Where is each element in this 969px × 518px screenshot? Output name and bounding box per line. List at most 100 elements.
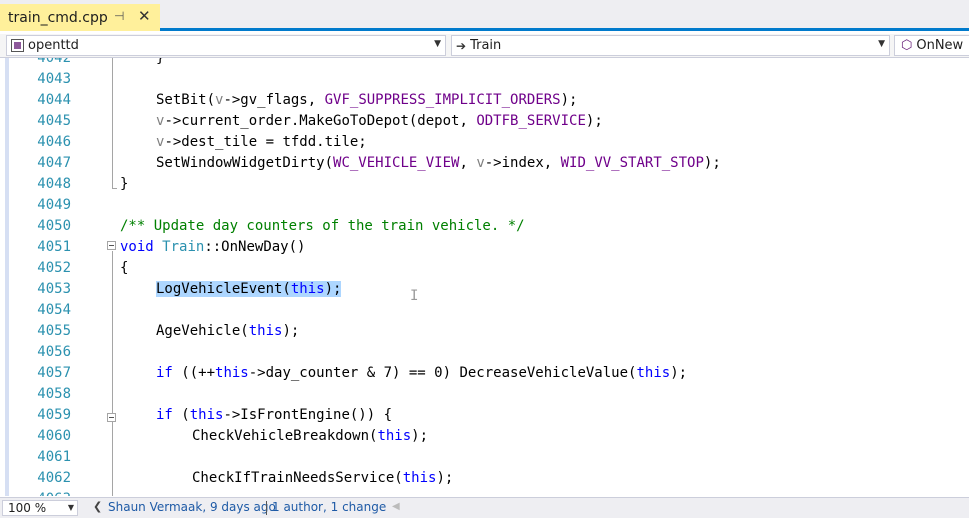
scope-label: Train xyxy=(470,38,502,53)
code-token: ); xyxy=(282,323,300,339)
line-number: 4061 xyxy=(37,449,71,465)
code-line: 4049 xyxy=(0,195,969,216)
code-token: } xyxy=(120,176,129,192)
collapse-icon[interactable] xyxy=(107,241,116,250)
scope-dropdown[interactable]: ➔ Train ▼ xyxy=(451,35,890,56)
code-line: 4053 LogVehicleEvent(this); xyxy=(0,279,969,300)
member-dropdown[interactable]: ⬡ OnNew xyxy=(894,35,969,56)
code-token: ); xyxy=(585,113,603,129)
code-line: 4043 xyxy=(0,69,969,90)
line-number: 4054 xyxy=(37,302,71,318)
editor-status-bar: 100 % ▼ ❮ Shaun Vermaak, 9 days ago 1 au… xyxy=(0,497,969,518)
scroll-left-icon[interactable]: ◀ xyxy=(392,501,400,512)
tab-train-cmd-cpp[interactable]: train_cmd.cpp ⊣ ✕ xyxy=(0,4,160,31)
code-token: WID_VV_START_STOP xyxy=(560,155,704,171)
code-token: , xyxy=(459,155,477,171)
code-text: SetBit(v->gv_flags, GVF_SUPPRESS_IMPLICI… xyxy=(156,90,577,111)
code-token: v xyxy=(476,155,485,171)
code-token: AgeVehicle( xyxy=(156,323,249,339)
line-number: 4043 xyxy=(37,71,71,87)
code-token: ->gv_flags, xyxy=(223,92,325,108)
last-author-link[interactable]: Shaun Vermaak, 9 days ago xyxy=(108,500,276,514)
code-token: /** Update day counters of the train veh… xyxy=(120,218,525,234)
code-text: v->dest_tile = tfdd.tile; xyxy=(156,132,367,153)
line-number: 4046 xyxy=(37,134,71,150)
code-token: this xyxy=(636,365,671,381)
line-number: 4057 xyxy=(37,365,71,381)
code-token: this xyxy=(189,407,224,423)
separator xyxy=(266,501,267,515)
code-token: CheckIfTrainNeedsService( xyxy=(192,470,403,486)
code-token: this xyxy=(377,428,412,444)
project-icon xyxy=(11,39,24,52)
code-token: ); xyxy=(560,92,578,108)
code-token: this xyxy=(215,365,249,381)
code-line: 4062 CheckIfTrainNeedsService(this); xyxy=(0,468,969,489)
code-text: SetWindowWidgetDirty(WC_VEHICLE_VIEW, v-… xyxy=(156,153,721,174)
code-token: Train xyxy=(162,239,205,255)
line-number: 4056 xyxy=(37,344,71,360)
arrow-right-icon: ➔ xyxy=(456,38,467,53)
code-token: GVF_SUPPRESS_IMPLICIT_ORDERS xyxy=(324,92,561,108)
code-line: 4061 xyxy=(0,447,969,468)
collapse-icon[interactable] xyxy=(107,413,116,422)
code-text: } xyxy=(120,174,128,195)
code-line: 4046 v->dest_tile = tfdd.tile; xyxy=(0,132,969,153)
project-dropdown[interactable]: openttd ▼ xyxy=(6,35,446,56)
line-number: 4055 xyxy=(37,323,71,339)
code-line: 4052 { xyxy=(0,258,969,279)
code-token: this xyxy=(402,470,437,486)
line-number: 4048 xyxy=(37,176,71,192)
code-token: SetWindowWidgetDirty( xyxy=(156,155,334,171)
code-token: ODTFB_SERVICE xyxy=(476,113,586,129)
code-token: ::OnNewDay() xyxy=(204,239,306,255)
line-number: 4052 xyxy=(37,260,71,276)
zoom-level: 100 % xyxy=(8,501,47,515)
line-number: 4058 xyxy=(37,386,71,402)
code-text: /** Update day counters of the train veh… xyxy=(120,216,525,237)
code-token: WC_VEHICLE_VIEW xyxy=(333,155,460,171)
code-token: { xyxy=(120,260,129,276)
code-text: CheckVehicleBreakdown(this); xyxy=(192,426,428,447)
changes-link[interactable]: 1 author, 1 change xyxy=(272,500,386,514)
code-text: if ((++this->day_counter & 7) == 0) Decr… xyxy=(156,363,687,384)
code-line: 4050 /** Update day counters of the train… xyxy=(0,216,969,237)
code-line: 4044 SetBit(v->gv_flags, GVF_SUPPRESS_IMP… xyxy=(0,90,969,111)
chevron-down-icon: ▼ xyxy=(878,39,885,49)
line-number: 4063 xyxy=(0,489,71,496)
chevron-down-icon: ▼ xyxy=(67,503,74,512)
outline-guide xyxy=(112,58,113,189)
git-history-icon: ❮ xyxy=(93,500,103,513)
tab-title: train_cmd.cpp xyxy=(8,9,108,26)
code-line: 4042} xyxy=(0,58,969,69)
close-icon[interactable]: ✕ xyxy=(138,7,151,25)
code-token: ->dest_tile = tfdd.tile; xyxy=(164,134,367,150)
code-text: LogVehicleEvent(this); xyxy=(156,279,342,300)
code-token: ->index, xyxy=(484,155,561,171)
code-line: 4047 SetWindowWidgetDirty(WC_VEHICLE_VIEW… xyxy=(0,153,969,174)
line-number: 4062 xyxy=(37,470,71,486)
member-label: OnNew xyxy=(916,38,964,53)
code-text: { xyxy=(120,258,128,279)
tab-strip: train_cmd.cpp ⊣ ✕ xyxy=(0,0,969,31)
code-token: ->IsFrontEngine()) { xyxy=(223,407,393,423)
code-line: 4051 void Train::OnNewDay() xyxy=(0,237,969,258)
code-editor[interactable]: 4042} 4043 4044 SetBit(v->gv_flags, GVF_SUP… xyxy=(0,58,969,496)
code-line: 4048} xyxy=(0,174,969,195)
code-token: ); xyxy=(324,281,342,297)
chevron-down-icon: ▼ xyxy=(434,39,441,49)
code-text: v->current_order.MakeGoToDepot(depot, OD… xyxy=(156,111,603,132)
code-line: 4058 xyxy=(0,384,969,405)
code-line: 4054 xyxy=(0,300,969,321)
text-cursor-icon: I xyxy=(410,288,419,304)
code-token: void xyxy=(120,239,154,255)
line-number: 4050 xyxy=(37,218,71,234)
zoom-dropdown[interactable]: 100 % ▼ xyxy=(2,500,78,516)
code-token: ->current_order.MakeGoToDepot(depot, xyxy=(164,113,477,129)
outline-guide xyxy=(112,251,113,496)
code-line: 4045 v->current_order.MakeGoToDepot(depot… xyxy=(0,111,969,132)
code-line: 4060 CheckVehicleBreakdown(this); xyxy=(0,426,969,447)
pin-icon[interactable]: ⊣ xyxy=(114,9,124,23)
code-token: ); xyxy=(703,155,721,171)
